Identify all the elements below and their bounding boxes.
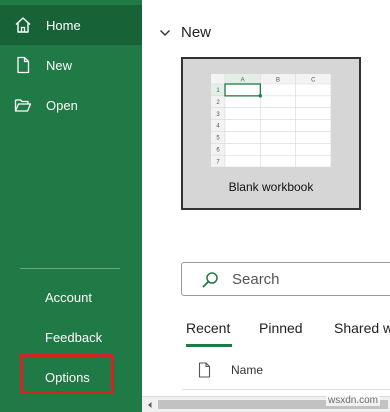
backstage-main: New ABC1234567 Blank workbook Recent Pin… [142,0,390,412]
fill-handle [258,94,262,98]
section-title-new: New [181,24,212,41]
sidebar-item-account[interactable]: Account [45,290,92,305]
file-list-header: Name [198,362,263,378]
list-divider [182,389,390,390]
selected-tab-indicator [186,344,232,347]
sidebar-divider [20,268,120,269]
sidebar-item-open[interactable]: Open [0,85,142,125]
chevron-down-icon [158,26,172,40]
file-type-icon [198,362,211,378]
tab-pinned[interactable]: Pinned [259,320,303,336]
tab-shared[interactable]: Shared w [334,320,390,336]
column-header-label: C [311,78,316,84]
active-cell [224,83,261,97]
backstage-sidebar: Home New Open Account Feedback Options [0,0,142,412]
column-header-name[interactable]: Name [231,363,263,377]
search-box[interactable] [181,262,390,296]
sidebar-item-new[interactable]: New [0,45,142,85]
sidebar-item-label: Open [46,97,78,113]
home-icon [0,16,46,34]
sidebar-item-home[interactable]: Home [0,5,142,45]
column-header-label: A [241,78,245,84]
open-folder-icon [0,96,46,114]
column-header-label: B [276,78,280,84]
file-tabs: Recent Pinned Shared w [186,320,390,350]
template-blank-workbook[interactable]: ABC1234567 Blank workbook [181,57,361,210]
sidebar-item-feedback[interactable]: Feedback [45,330,102,345]
blank-workbook-thumbnail: ABC1234567 [211,74,331,167]
search-icon [202,271,219,288]
new-section-toggle[interactable]: New [158,24,211,41]
new-document-icon [0,56,46,74]
sidebar-item-label: New [46,57,73,73]
scroll-left-icon[interactable] [145,400,154,409]
watermark: wsxdn.com [325,395,380,406]
options-highlight-box [20,354,114,394]
search-input[interactable] [232,270,382,288]
template-label: Blank workbook [228,180,314,194]
tab-recent[interactable]: Recent [186,320,230,336]
sidebar-item-label: Home [46,17,81,33]
spreadsheet-grid-icon: A B C1234567 [211,74,331,167]
